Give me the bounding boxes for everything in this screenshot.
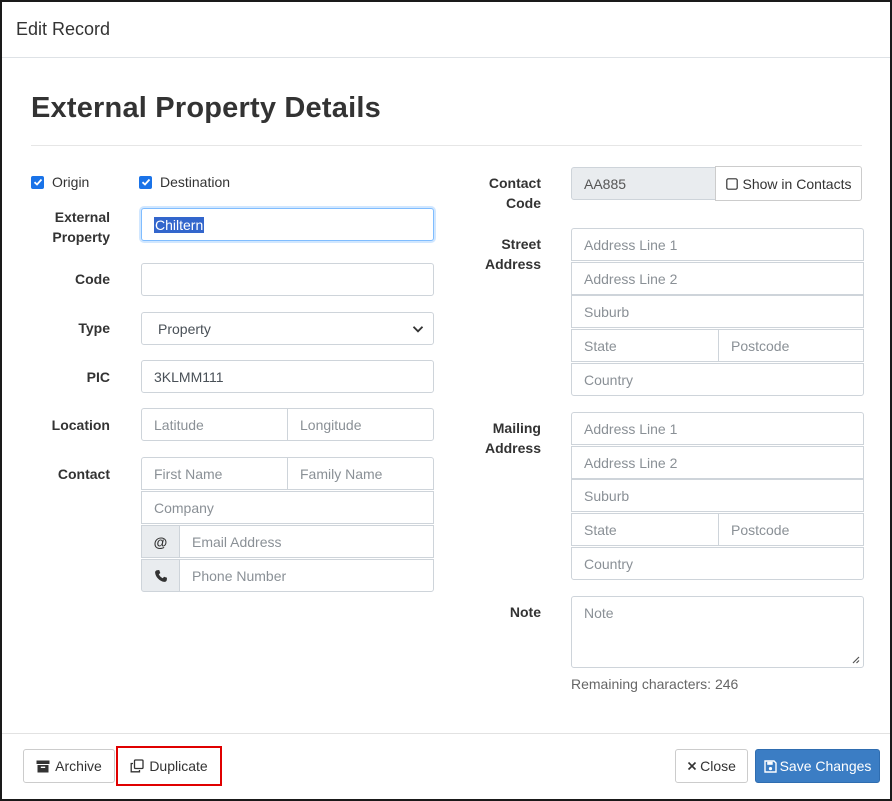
pic-value: 3KLMM111 — [154, 368, 224, 385]
external-property-label: External Property — [52, 209, 110, 245]
external-property-value: Chiltern — [154, 216, 205, 233]
code-label: Code — [75, 271, 110, 287]
mailing-address-label: Mailing Address — [484, 420, 541, 456]
at-icon: @ — [141, 525, 180, 558]
contact-code-input: AA885 — [571, 167, 716, 200]
destination-checkbox[interactable]: Destination — [139, 174, 230, 190]
contact-code-label: Contact Code — [488, 175, 541, 211]
street-suburb-input[interactable]: Suburb — [571, 295, 864, 328]
family-name-input[interactable]: Family Name — [287, 457, 434, 490]
email-input[interactable]: Email Address — [179, 525, 434, 558]
show-in-contacts-label: Show in Contacts — [742, 175, 852, 192]
contact-code-value: AA885 — [584, 175, 627, 192]
checkbox-checked-icon — [139, 175, 152, 189]
close-icon — [688, 761, 697, 771]
mailing-address-line2-input[interactable]: Address Line 2 — [571, 446, 864, 479]
section-divider — [31, 145, 862, 146]
street-state-input[interactable]: State — [571, 329, 719, 362]
destination-label: Destination — [160, 174, 231, 190]
mailing-suburb-input[interactable]: Suburb — [571, 479, 864, 512]
save-label: Save Changes — [779, 758, 872, 774]
archive-label: Archive — [55, 758, 102, 774]
footer-divider — [2, 733, 890, 734]
street-address-line2-input[interactable]: Address Line 2 — [571, 262, 864, 295]
modal-title: Edit Record — [16, 19, 111, 39]
type-select[interactable]: Property — [141, 312, 434, 345]
phone-icon — [141, 559, 180, 592]
longitude-input[interactable]: Longitude — [287, 408, 434, 441]
origin-checkbox[interactable]: Origin — [31, 174, 89, 190]
pic-label: PIC — [86, 369, 110, 385]
edit-record-modal: Edit Record External Property Details Or… — [0, 0, 892, 801]
note-label: Note — [509, 604, 541, 620]
mailing-state-input[interactable]: State — [571, 513, 719, 546]
section-title: External Property Details — [31, 92, 381, 124]
street-country-input[interactable]: Country — [571, 363, 864, 396]
save-changes-button[interactable]: Save Changes — [755, 749, 880, 783]
origin-label: Origin — [52, 174, 90, 190]
latitude-input[interactable]: Latitude — [141, 408, 288, 441]
first-name-input[interactable]: First Name — [141, 457, 288, 490]
close-button[interactable]: Close — [675, 749, 748, 783]
contact-label: Contact — [57, 466, 110, 482]
close-label: Close — [700, 758, 736, 774]
resize-handle-icon[interactable] — [851, 655, 860, 664]
type-value: Property — [158, 320, 211, 337]
code-input[interactable] — [141, 263, 434, 296]
mailing-country-input[interactable]: Country — [571, 547, 864, 580]
checkbox-checked-icon — [31, 175, 44, 189]
external-property-input[interactable]: Chiltern — [141, 208, 434, 241]
company-input[interactable]: Company — [141, 491, 434, 524]
save-icon — [763, 759, 777, 773]
street-postcode-input[interactable]: Postcode — [718, 329, 864, 362]
duplicate-button[interactable]: Duplicate — [119, 749, 219, 783]
duplicate-label: Duplicate — [149, 758, 208, 774]
note-textarea[interactable]: Note — [571, 596, 864, 668]
archive-icon — [36, 760, 50, 772]
type-label: Type — [78, 320, 110, 336]
show-in-contacts-toggle[interactable]: Show in Contacts — [715, 166, 862, 201]
chevron-down-icon — [412, 325, 424, 333]
remaining-characters: Remaining characters: 246 — [571, 676, 739, 692]
note-placeholder: Note — [584, 605, 614, 621]
pic-input[interactable]: 3KLMM111 — [141, 360, 434, 393]
archive-button[interactable]: Archive — [23, 749, 115, 783]
location-label: Location — [51, 417, 110, 433]
mailing-postcode-input[interactable]: Postcode — [718, 513, 864, 546]
copy-icon — [130, 759, 144, 773]
phone-input[interactable]: Phone Number — [179, 559, 434, 592]
street-address-label: Street Address — [484, 236, 541, 272]
modal-header: Edit Record — [2, 2, 890, 58]
checkbox-unchecked-icon — [725, 177, 738, 190]
mailing-address-line1-input[interactable]: Address Line 1 — [571, 412, 864, 445]
street-address-line1-input[interactable]: Address Line 1 — [571, 228, 864, 261]
